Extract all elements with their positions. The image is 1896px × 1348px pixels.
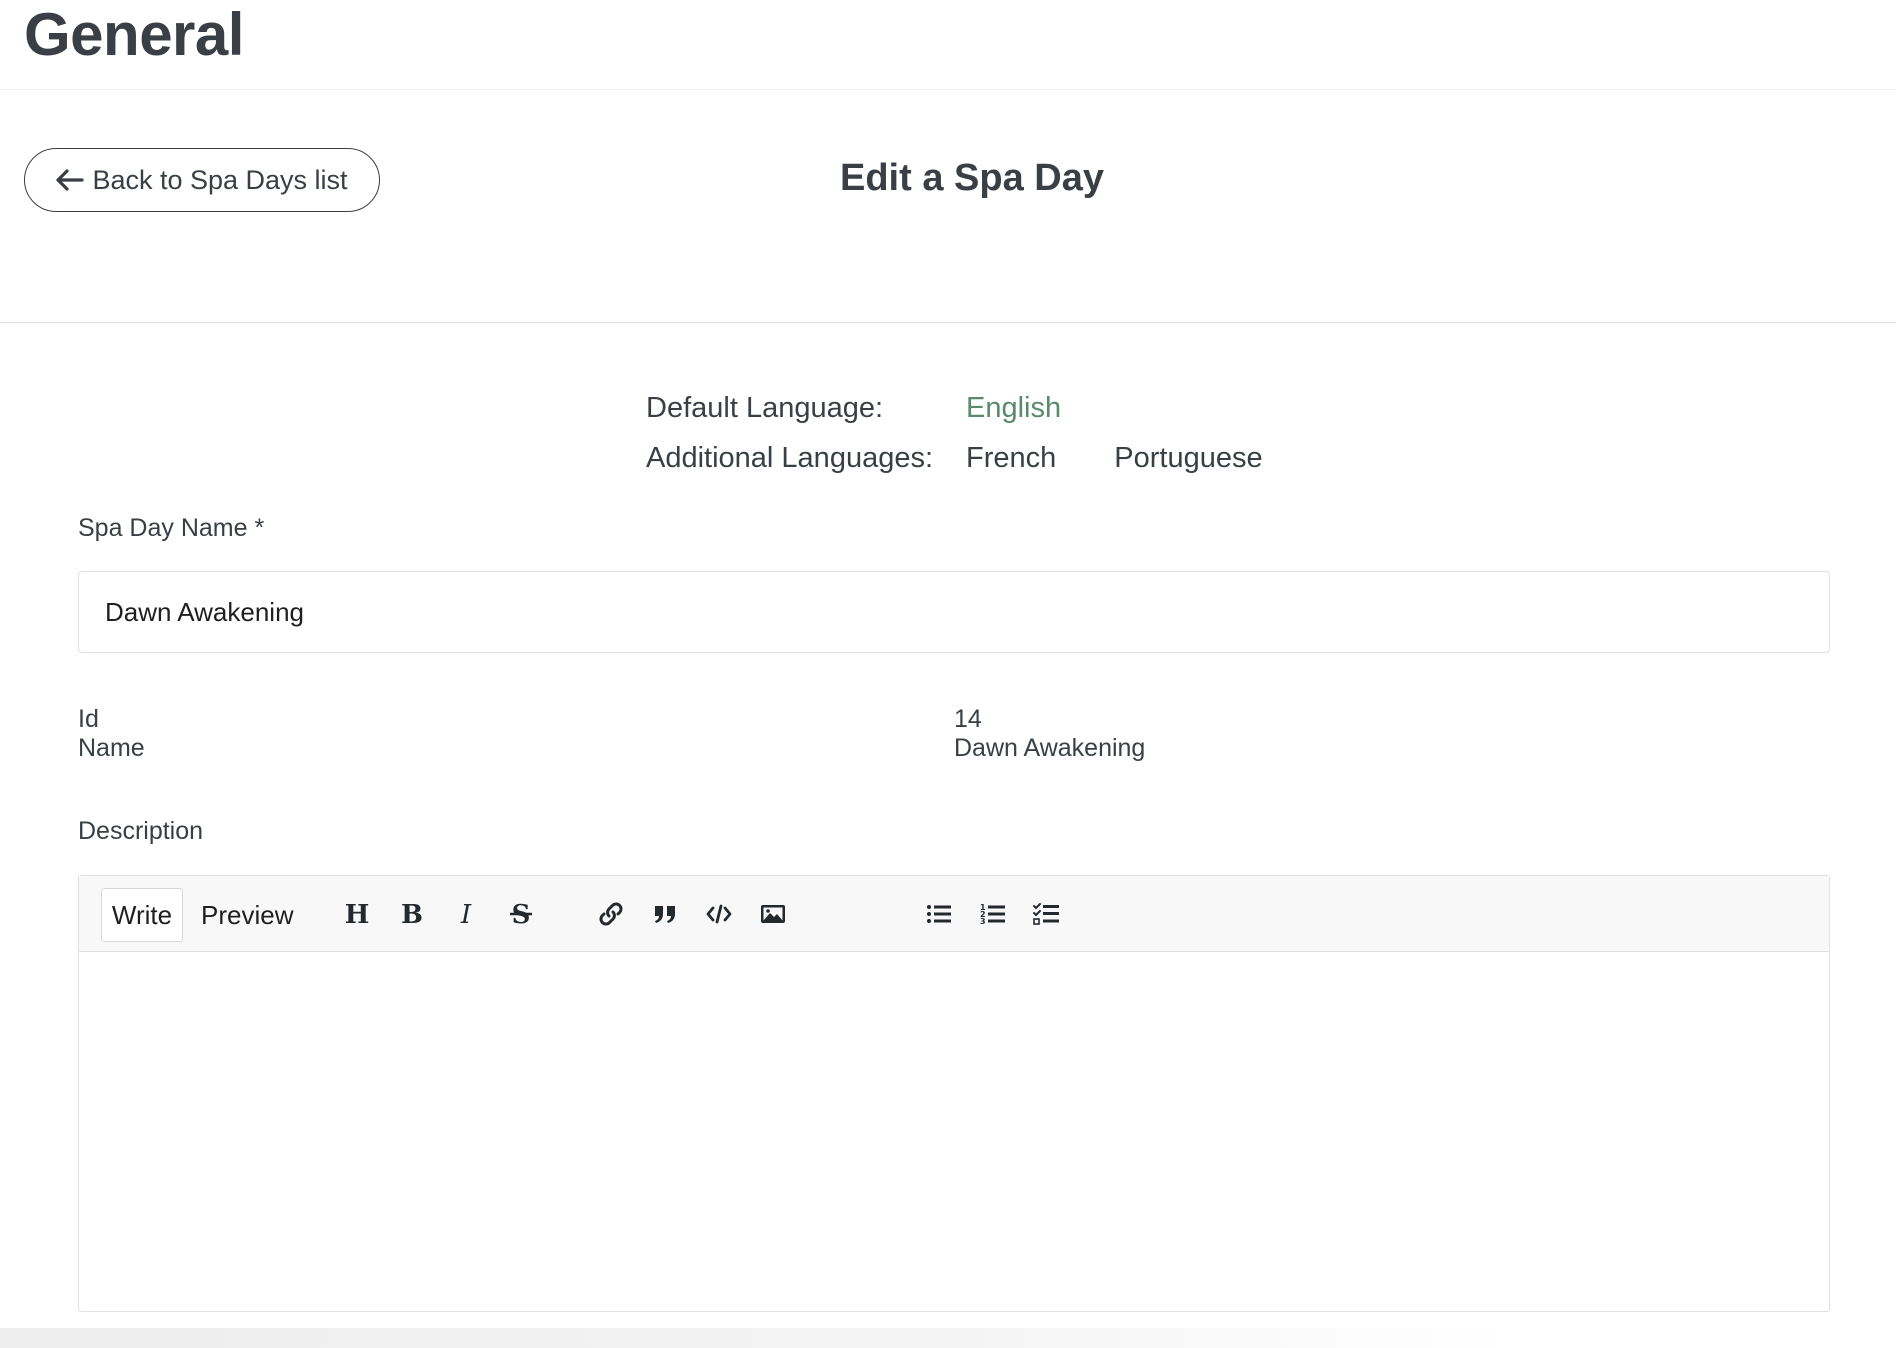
- edit-title: Edit a Spa Day: [840, 157, 1104, 199]
- link-button[interactable]: [591, 894, 631, 934]
- description-textarea[interactable]: [79, 952, 1829, 1310]
- page-title: General: [24, 1, 244, 68]
- info-row-id: Id 14: [78, 705, 1830, 734]
- editor-toolbar: Write Preview H B I S 1 2 3: [79, 876, 1829, 952]
- image-button[interactable]: [753, 894, 793, 934]
- tab-write[interactable]: Write: [101, 888, 183, 942]
- unordered-list-icon: [927, 905, 951, 923]
- languages-panel: Default Language: English Additional Lan…: [646, 383, 1321, 483]
- task-list-icon: [1033, 903, 1059, 925]
- svg-text:B: B: [401, 900, 423, 928]
- title-bar: Back to Spa Days list Edit a Spa Day: [0, 90, 1896, 323]
- italic-button[interactable]: I: [446, 894, 486, 934]
- quote-icon: [655, 906, 675, 923]
- info-value: Dawn Awakening: [954, 734, 1146, 762]
- heading-button[interactable]: H: [337, 894, 377, 934]
- info-value: 14: [954, 705, 982, 733]
- default-language-row: Default Language: English: [646, 383, 1321, 433]
- language-english[interactable]: English: [966, 392, 1061, 425]
- default-language-label: Default Language:: [646, 391, 884, 424]
- bottom-fade: [0, 1328, 1896, 1348]
- info-key: Name: [78, 734, 145, 762]
- quote-button[interactable]: [645, 894, 685, 934]
- svg-text:3: 3: [980, 917, 986, 926]
- code-icon: [706, 904, 732, 924]
- bold-button[interactable]: B: [392, 894, 432, 934]
- ordered-list-icon: 1 2 3: [980, 903, 1005, 926]
- info-key: Id: [78, 705, 99, 733]
- bold-icon: B: [401, 900, 423, 928]
- ordered-list-button[interactable]: 1 2 3: [973, 894, 1013, 934]
- link-icon: [599, 902, 623, 926]
- svg-text:H: H: [345, 900, 370, 928]
- info-grid: Id 14 Name Dawn Awakening: [78, 705, 1830, 763]
- markdown-editor: Write Preview H B I S 1 2 3: [78, 875, 1830, 1312]
- additional-languages-row: Additional Languages: French Portuguese: [646, 433, 1321, 483]
- spa-day-name-label: Spa Day Name *: [78, 514, 265, 542]
- language-portuguese[interactable]: Portuguese: [1114, 442, 1262, 475]
- image-icon: [761, 905, 785, 923]
- page-header: General: [0, 0, 1896, 90]
- description-label: Description: [78, 817, 204, 845]
- strikethrough-icon: S: [510, 900, 532, 928]
- language-french[interactable]: French: [966, 442, 1056, 475]
- svg-text:I: I: [460, 900, 472, 928]
- unordered-list-button[interactable]: [919, 894, 959, 934]
- code-button[interactable]: [699, 894, 739, 934]
- task-list-button[interactable]: [1027, 894, 1067, 934]
- strikethrough-button[interactable]: S: [501, 894, 541, 934]
- additional-languages-label: Additional Languages:: [646, 441, 934, 474]
- italic-icon: I: [460, 900, 472, 928]
- spa-day-name-input[interactable]: [78, 571, 1830, 653]
- info-row-name: Name Dawn Awakening: [78, 734, 1830, 763]
- heading-icon: H: [345, 900, 370, 928]
- tab-preview[interactable]: Preview: [191, 888, 303, 942]
